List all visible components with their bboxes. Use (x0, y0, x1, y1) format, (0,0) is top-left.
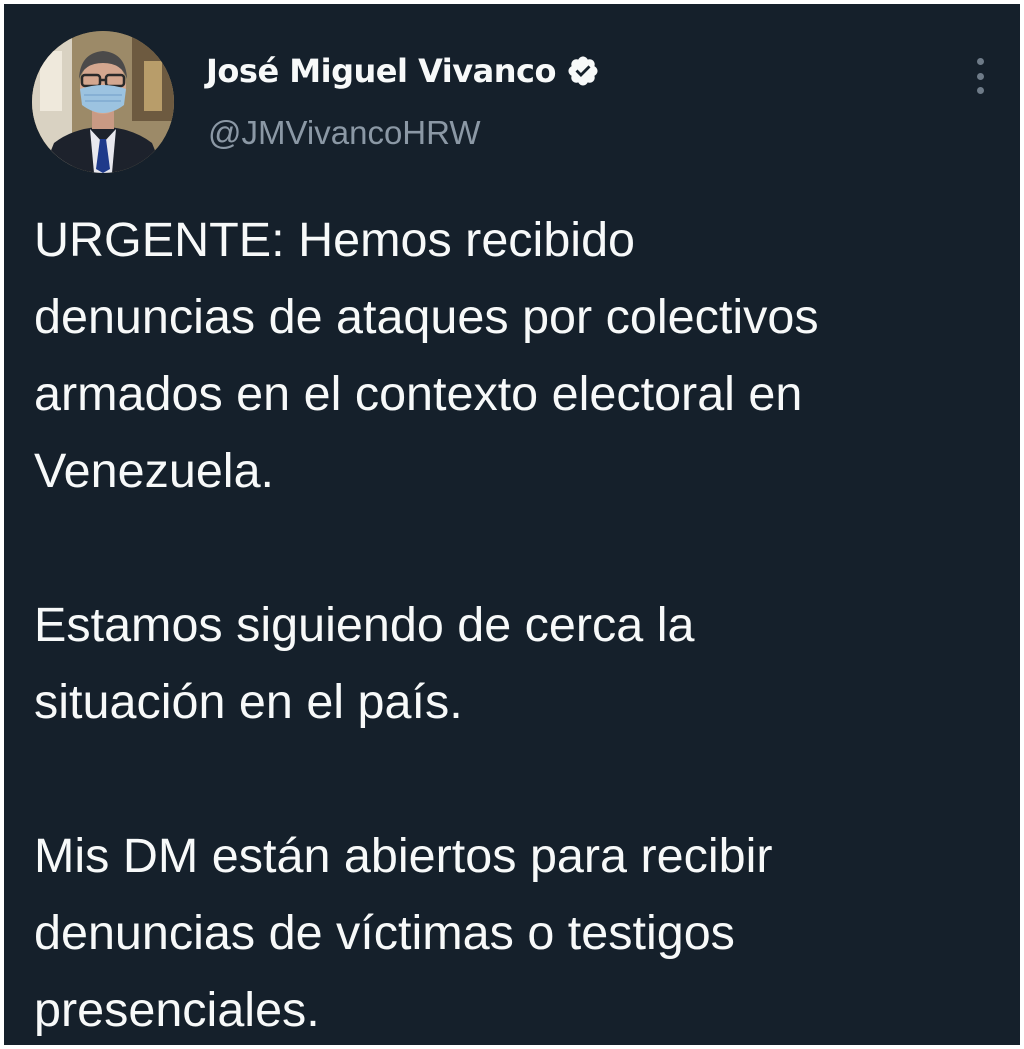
more-options-button[interactable] (962, 54, 998, 98)
tweet-line: denuncias de víctimas o testigos (34, 906, 735, 960)
more-vertical-icon (976, 58, 984, 65)
tweet-line: denuncias de ataques por colectivos (34, 290, 819, 344)
tweet-line: URGENTE: Hemos recibido (34, 213, 636, 267)
more-vertical-icon-dot (976, 72, 984, 80)
author-name[interactable]: José Miguel Vivanco (206, 52, 600, 90)
tweet-line: Venezuela. (34, 444, 275, 498)
tweet-line: Estamos siguiendo de cerca la (34, 598, 695, 652)
tweet-text: URGENTE: Hemos recibido denuncias de ata… (34, 202, 994, 1045)
tweet-paragraph: URGENTE: Hemos recibido denuncias de ata… (34, 202, 994, 510)
tweet-line: presenciales. (34, 983, 320, 1037)
tweet-line: situación en el país. (34, 675, 463, 729)
author-display-name[interactable]: José Miguel Vivanco (206, 52, 556, 90)
tweet-paragraph: Mis DM están abiertos para recibir denun… (34, 818, 994, 1045)
avatar-photo (32, 31, 174, 173)
more-vertical-icon-dot (976, 87, 984, 94)
author-handle[interactable]: @JMVivancoHRW (208, 114, 481, 152)
tweet-card: José Miguel Vivanco @JMVivancoHRW URGENT… (4, 4, 1020, 1045)
author-avatar[interactable] (32, 31, 174, 173)
tweet-line: armados en el contexto electoral en (34, 367, 803, 421)
verified-badge-icon (568, 56, 598, 86)
tweet-line: Mis DM están abiertos para recibir (34, 829, 773, 883)
tweet-paragraph: Estamos siguiendo de cerca la situación … (34, 587, 994, 741)
